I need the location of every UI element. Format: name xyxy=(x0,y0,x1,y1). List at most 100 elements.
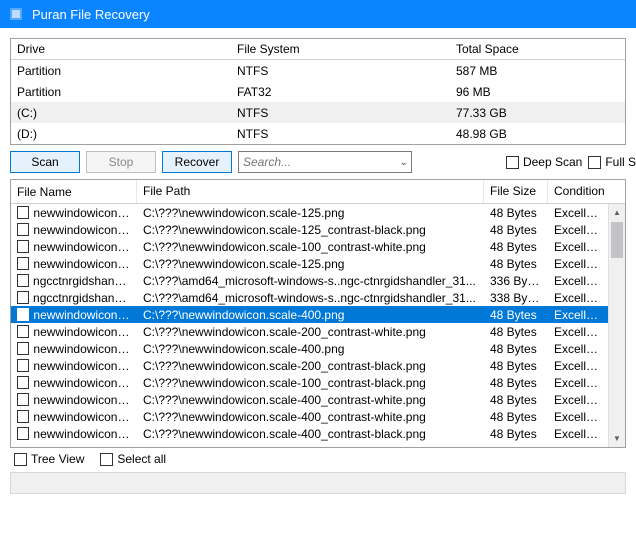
filename-cell: newwindowicon.s... xyxy=(33,427,131,441)
row-checkbox[interactable] xyxy=(17,376,29,389)
deep-scan-label: Deep Scan xyxy=(523,155,582,169)
drive-row[interactable]: PartitionNTFS587 MB xyxy=(11,60,625,81)
drive-row[interactable]: (D:)NTFS48.98 GB xyxy=(11,123,625,144)
col-condition-header[interactable]: Condition xyxy=(548,180,606,203)
row-checkbox[interactable] xyxy=(17,393,29,406)
search-input[interactable] xyxy=(239,153,396,171)
filename-cell: newwindowicon.s... xyxy=(33,325,131,339)
tree-view-checkbox[interactable]: Tree View xyxy=(14,452,84,466)
file-row[interactable]: newwindowicon.s...C:\???\newwindowicon.s… xyxy=(11,374,625,391)
filepath-cell: C:\???\newwindowicon.scale-400.png xyxy=(137,342,484,356)
drive-row[interactable]: PartitionFAT3296 MB xyxy=(11,81,625,102)
col-drive-header[interactable]: Drive xyxy=(11,39,231,59)
condition-cell: Excellent xyxy=(548,240,606,254)
recover-button[interactable]: Recover xyxy=(162,151,232,173)
row-checkbox[interactable] xyxy=(17,308,29,321)
condition-cell: Excellent xyxy=(548,359,606,373)
file-row[interactable]: newwindowicon.s...C:\???\newwindowicon.s… xyxy=(11,340,625,357)
drive-row[interactable]: (C:)NTFS77.33 GB xyxy=(11,102,625,123)
tree-view-label: Tree View xyxy=(31,452,84,466)
filepath-cell: C:\???\newwindowicon.scale-400_contrast-… xyxy=(137,427,484,441)
scroll-thumb[interactable] xyxy=(611,222,623,258)
filesize-cell: 48 Bytes xyxy=(484,308,548,322)
filesize-cell: 48 Bytes xyxy=(484,223,548,237)
filesize-cell: 48 Bytes xyxy=(484,342,548,356)
scrollbar-vertical[interactable]: ▲ ▼ xyxy=(608,204,625,447)
row-checkbox[interactable] xyxy=(17,206,29,219)
file-row[interactable]: newwindowicon.s...C:\???\newwindowicon.s… xyxy=(11,306,625,323)
deep-scan-checkbox[interactable]: Deep Scan xyxy=(506,155,582,169)
filesize-cell: 338 Bytes xyxy=(484,291,548,305)
row-checkbox[interactable] xyxy=(17,325,29,338)
full-scan-label: Full S xyxy=(605,155,636,169)
checkbox-icon[interactable] xyxy=(506,156,519,169)
file-row[interactable]: ngcctnrgidshandle...C:\???\amd64_microso… xyxy=(11,272,625,289)
filename-cell: newwindowicon.s... xyxy=(33,308,131,322)
col-filesize-header[interactable]: File Size xyxy=(484,180,548,203)
row-checkbox[interactable] xyxy=(17,223,29,236)
filepath-cell: C:\???\newwindowicon.scale-100_contrast-… xyxy=(137,376,484,390)
filename-cell: newwindowicon.s... xyxy=(33,223,131,237)
file-row[interactable]: newwindowicon.s...C:\???\newwindowicon.s… xyxy=(11,221,625,238)
file-row[interactable]: newwindowicon.s...C:\???\newwindowicon.s… xyxy=(11,408,625,425)
file-row[interactable]: newwindowicon.s...C:\???\newwindowicon.s… xyxy=(11,238,625,255)
row-checkbox[interactable] xyxy=(17,240,29,253)
search-combo[interactable]: ⌄ xyxy=(238,151,412,173)
row-checkbox[interactable] xyxy=(17,291,29,304)
row-checkbox[interactable] xyxy=(17,410,29,423)
file-row[interactable]: newwindowicon.s...C:\???\newwindowicon.s… xyxy=(11,323,625,340)
select-all-checkbox[interactable]: Select all xyxy=(100,452,166,466)
checkbox-icon[interactable] xyxy=(588,156,601,169)
filepath-cell: C:\???\newwindowicon.scale-125.png xyxy=(137,206,484,220)
checkbox-icon[interactable] xyxy=(100,453,113,466)
app-icon xyxy=(8,6,24,22)
drive-cell: Partition xyxy=(11,62,231,80)
drive-cell: (D:) xyxy=(11,125,231,143)
drive-list-header: Drive File System Total Space xyxy=(11,39,625,60)
row-checkbox[interactable] xyxy=(17,427,29,440)
chevron-down-icon[interactable]: ⌄ xyxy=(396,157,411,168)
filepath-cell: C:\???\newwindowicon.scale-200_contrast-… xyxy=(137,359,484,373)
checkbox-icon[interactable] xyxy=(14,453,27,466)
condition-cell: Excellent xyxy=(548,206,606,220)
col-fs-header[interactable]: File System xyxy=(231,39,450,59)
scan-button[interactable]: Scan xyxy=(10,151,80,173)
space-cell: 587 MB xyxy=(450,62,625,80)
filename-cell: newwindowicon.s... xyxy=(33,410,131,424)
file-row[interactable]: newwindowicon.s... C:\???\newwindowicon.s… xyxy=(11,425,625,442)
space-cell: 48.98 GB xyxy=(450,125,625,143)
status-bar xyxy=(10,472,626,494)
row-checkbox[interactable] xyxy=(17,274,29,287)
full-scan-checkbox[interactable]: Full S xyxy=(588,155,636,169)
file-row[interactable]: newwindowicon.s...C:\???\newwindowicon.s… xyxy=(11,391,625,408)
col-filename-header[interactable]: File Name xyxy=(11,180,137,203)
filepath-cell: C:\???\newwindowicon.scale-400_contrast-… xyxy=(137,393,484,407)
fs-cell: NTFS xyxy=(231,104,450,122)
condition-cell: Excellent xyxy=(548,325,606,339)
row-checkbox[interactable] xyxy=(17,359,29,372)
col-space-header[interactable]: Total Space xyxy=(450,39,625,59)
row-checkbox[interactable] xyxy=(17,342,29,355)
space-cell: 77.33 GB xyxy=(450,104,625,122)
file-row[interactable]: newwindowicon.s... C:\???\newwindowicon.s… xyxy=(11,357,625,374)
scroll-up-icon[interactable]: ▲ xyxy=(609,204,625,221)
file-row[interactable]: newwindowicon.s...C:\???\newwindowicon.s… xyxy=(11,204,625,221)
condition-cell: Excellent xyxy=(548,393,606,407)
condition-cell: Excellent xyxy=(548,308,606,322)
bottom-options: Tree View Select all xyxy=(10,452,626,472)
drive-cell: Partition xyxy=(11,83,231,101)
file-row[interactable]: ngcctnrgidshandle...C:\???\amd64_microso… xyxy=(11,289,625,306)
condition-cell: Excellent xyxy=(548,223,606,237)
filesize-cell: 48 Bytes xyxy=(484,359,548,373)
filename-cell: newwindowicon.s... xyxy=(33,359,131,373)
file-row[interactable]: newwindowicon.s...C:\???\newwindowicon.s… xyxy=(11,255,625,272)
drive-row[interactable]: CCCOMA_X64FRE_NL-NL_DV9 (E:)UDF4.65 GB xyxy=(11,144,625,145)
condition-cell: Excellent xyxy=(548,274,606,288)
scroll-down-icon[interactable]: ▼ xyxy=(609,430,625,447)
col-filepath-header[interactable]: File Path xyxy=(137,180,484,203)
condition-cell: Excellent xyxy=(548,342,606,356)
condition-cell: Excellent xyxy=(548,410,606,424)
stop-button: Stop xyxy=(86,151,156,173)
app-title: Puran File Recovery xyxy=(32,7,150,22)
row-checkbox[interactable] xyxy=(17,257,29,270)
